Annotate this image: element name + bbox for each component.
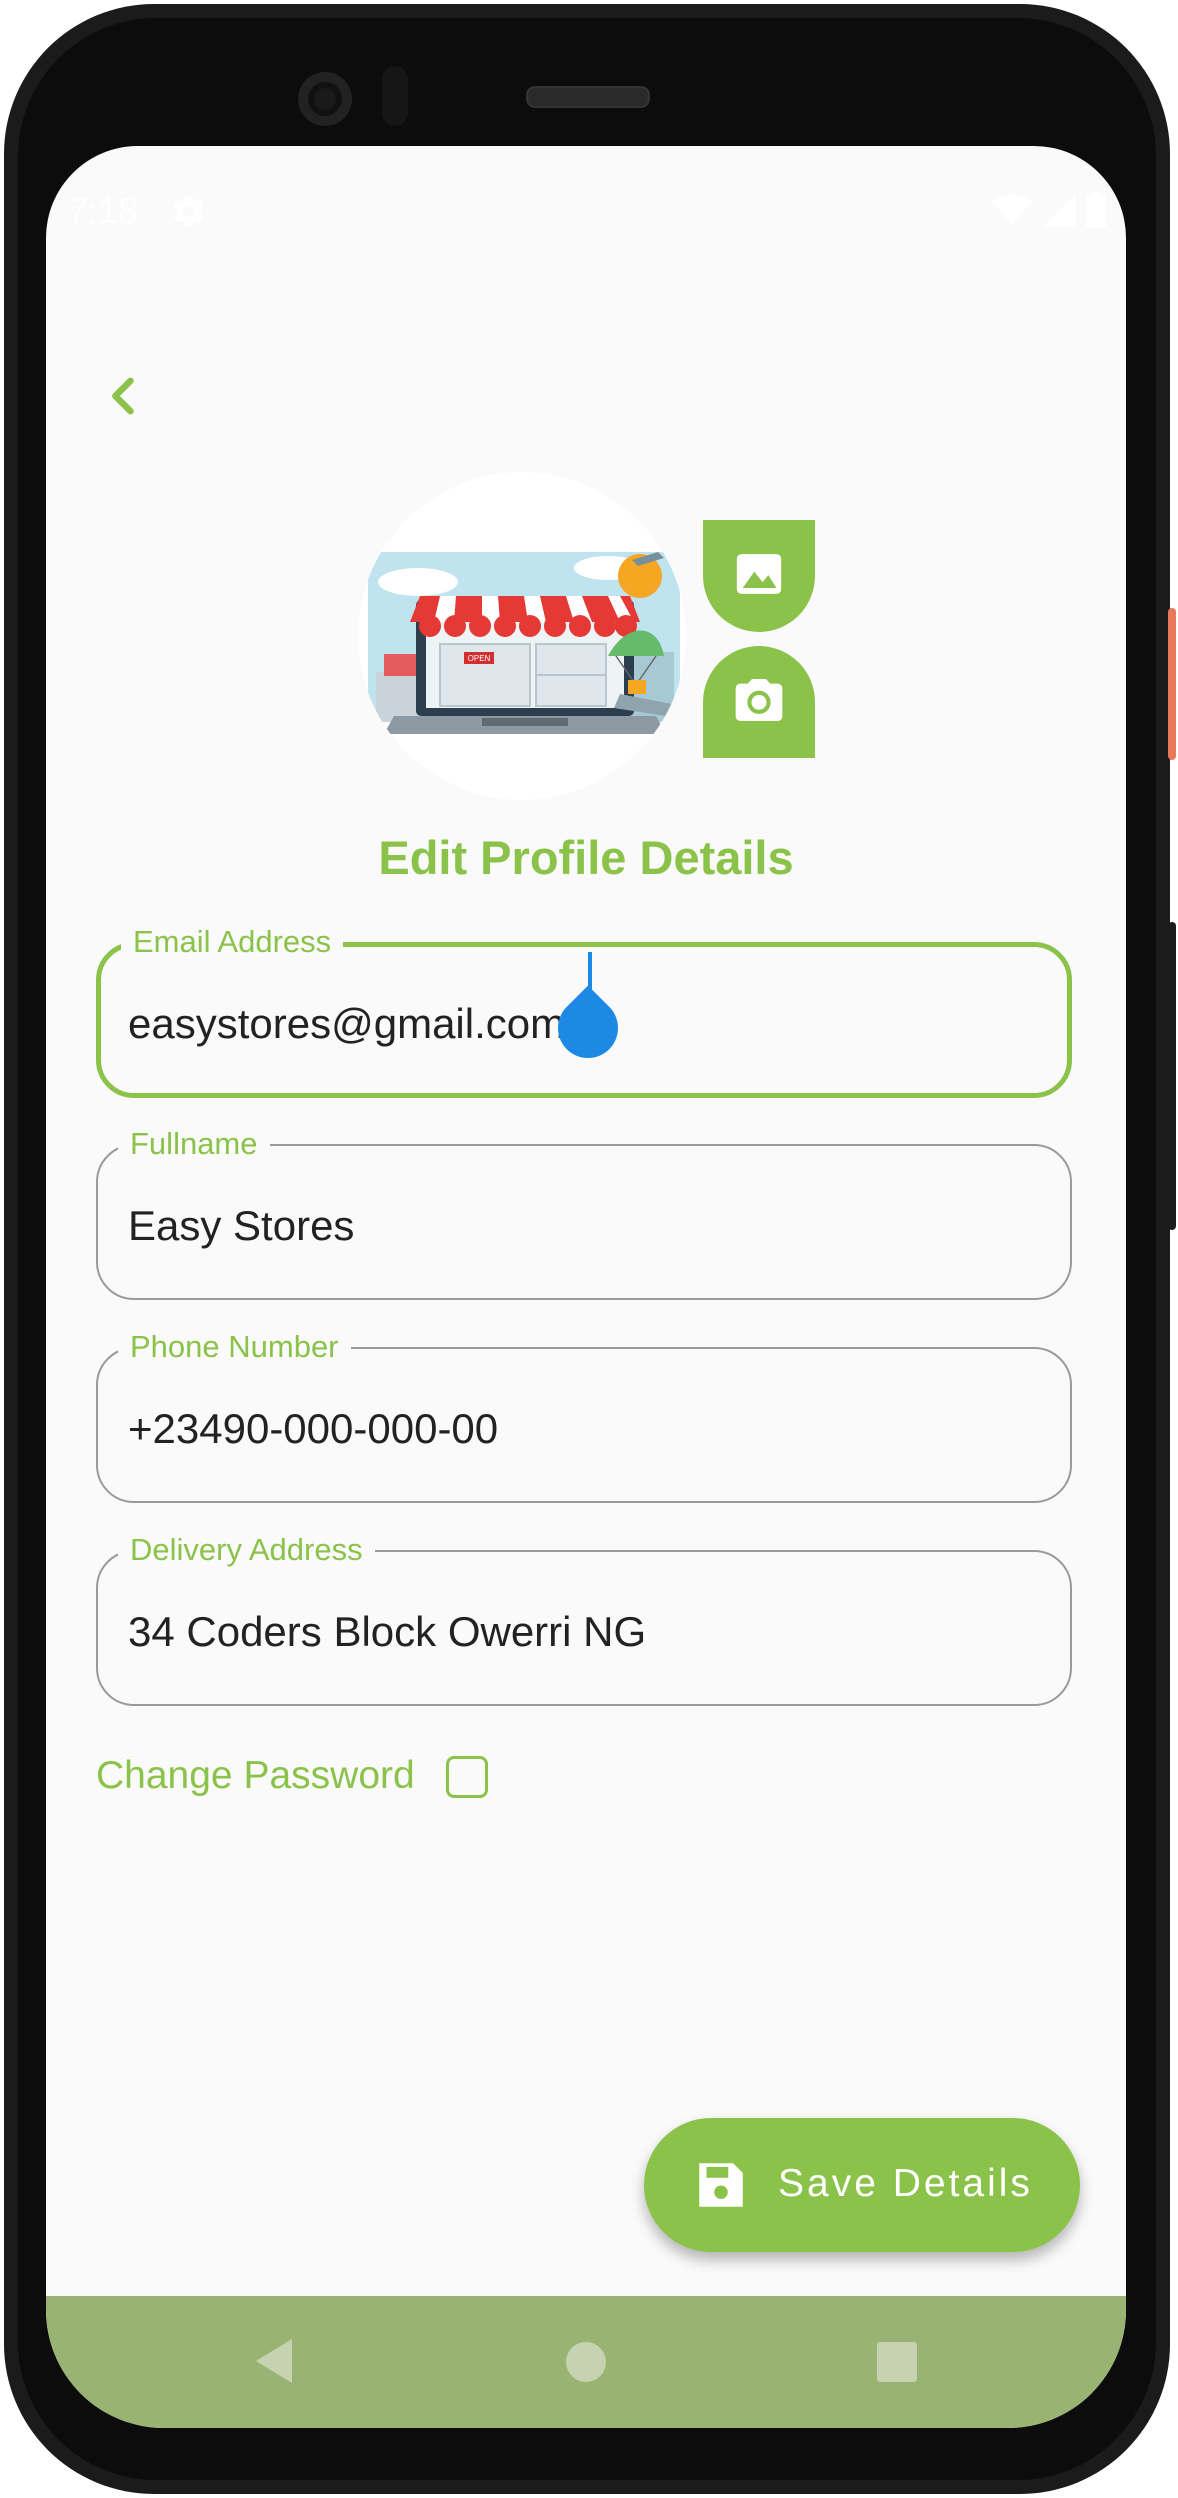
profile-avatar: OPEN [358, 472, 686, 800]
fullname-label: Fullname [118, 1126, 270, 1162]
address-field: Delivery Address [96, 1532, 1072, 1706]
battery-icon [1086, 192, 1106, 228]
system-nav-bar [46, 2296, 1126, 2428]
power-button [1168, 608, 1176, 760]
address-label: Delivery Address [118, 1532, 375, 1568]
fullname-field: Fullname [96, 1126, 1072, 1300]
wifi-icon [992, 194, 1032, 225]
back-chevron-icon[interactable] [98, 370, 150, 422]
nav-recents-icon[interactable] [876, 2341, 918, 2383]
phone-label: Phone Number [118, 1329, 351, 1365]
open-sign-text: OPEN [468, 654, 491, 663]
screen: 7:18 OPEN Edit Profile Details Email Add… [46, 146, 1126, 2428]
gallery-button[interactable] [703, 520, 815, 632]
floppy-disk-icon [699, 2163, 743, 2207]
camera-button[interactable] [703, 646, 815, 758]
storefront-illustration: OPEN [368, 552, 680, 734]
save-details-button[interactable]: Save Details [644, 2118, 1080, 2252]
change-password-checkbox[interactable] [446, 1756, 488, 1798]
change-password-label: Change Password [96, 1754, 415, 1797]
image-icon [736, 554, 782, 594]
nav-home-icon[interactable] [564, 2340, 608, 2384]
status-time: 7:18 [68, 190, 139, 231]
save-details-label: Save Details [778, 2162, 1033, 2205]
signal-icon [1042, 193, 1076, 227]
phone-input[interactable] [128, 1403, 1040, 1455]
email-label: Email Address [121, 924, 344, 960]
address-input[interactable] [128, 1606, 1040, 1658]
volume-button [1168, 922, 1176, 1230]
settings-gear-icon [173, 195, 205, 227]
proximity-sensor [382, 66, 408, 126]
page-title: Edit Profile Details [378, 831, 794, 884]
camera-icon [735, 679, 783, 721]
earpiece-speaker [526, 86, 650, 108]
phone-field: Phone Number [96, 1329, 1072, 1503]
front-camera [298, 72, 352, 126]
nav-back-icon[interactable] [252, 2336, 296, 2386]
fullname-input[interactable] [128, 1200, 1040, 1252]
status-icons [992, 192, 1106, 228]
